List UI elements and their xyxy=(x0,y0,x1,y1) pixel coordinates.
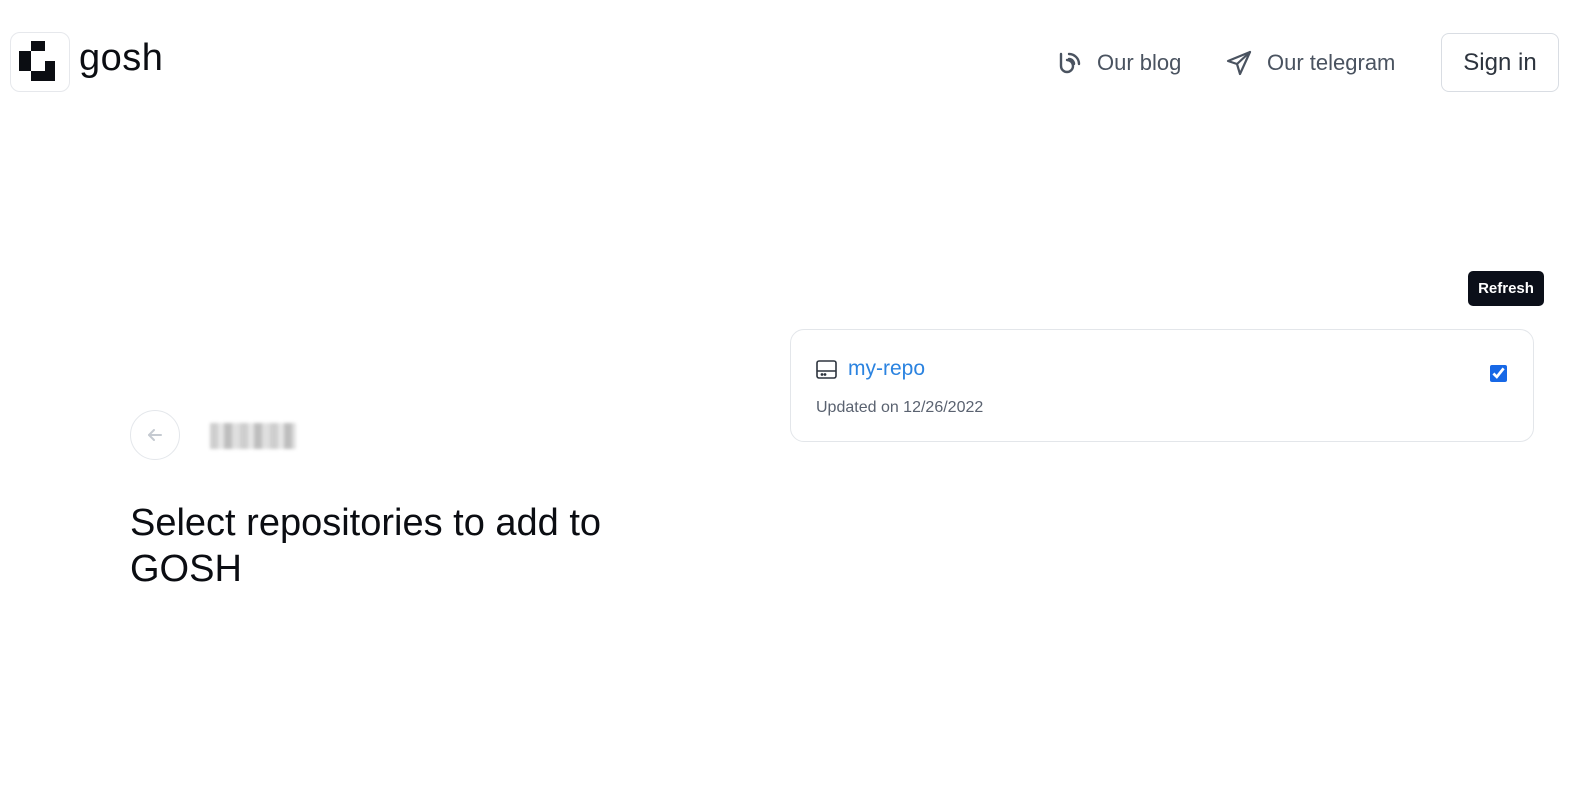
top-header: gosh Our blog Our telegram Sign in xyxy=(0,0,1580,120)
sign-in-button[interactable]: Sign in xyxy=(1441,33,1559,92)
blog-icon xyxy=(1059,52,1081,74)
back-button[interactable] xyxy=(130,410,180,460)
brand-name: gosh xyxy=(79,37,164,79)
gosh-logo-icon xyxy=(19,41,55,81)
nav-blog-link[interactable]: Our blog xyxy=(1057,46,1181,80)
repository-icon xyxy=(816,360,837,379)
refresh-tooltip: Refresh xyxy=(1468,271,1544,306)
repository-select-checkbox[interactable] xyxy=(1490,365,1507,382)
nav-blog-label: Our blog xyxy=(1097,50,1182,75)
paper-plane-icon xyxy=(1226,50,1252,76)
organization-name-blurred xyxy=(210,423,296,449)
page-title: Select repositories to add to GOSH xyxy=(130,502,602,590)
repository-updated-date: Updated on 12/26/2022 xyxy=(816,399,984,416)
nav-telegram-label: Our telegram xyxy=(1267,50,1396,75)
repository-card: my-repo Updated on 12/26/2022 xyxy=(790,329,1534,442)
arrow-left-icon xyxy=(148,429,162,441)
repository-name-link[interactable]: my-repo xyxy=(848,357,925,381)
nav-telegram-link[interactable]: Our telegram xyxy=(1225,46,1395,80)
gosh-logo[interactable] xyxy=(10,32,70,92)
